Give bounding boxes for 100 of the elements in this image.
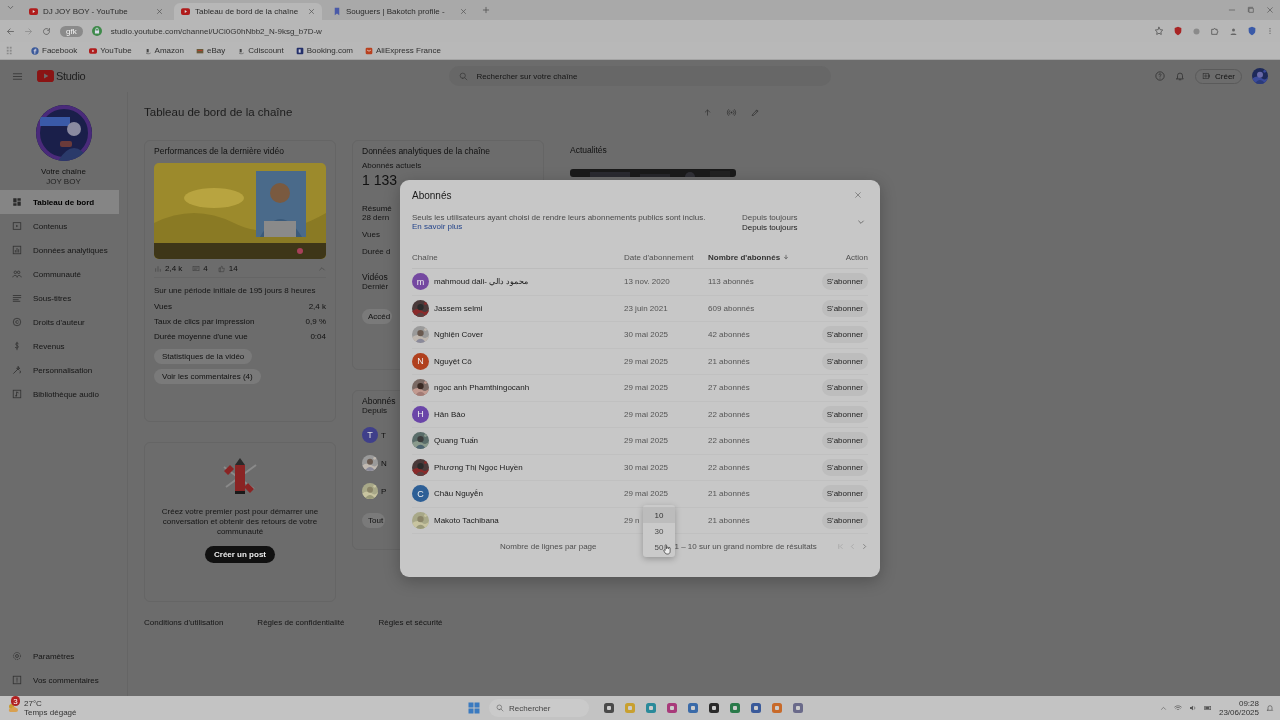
subscribe-button[interactable]: S'abonner	[821, 352, 868, 370]
menu-item[interactable]: 30	[643, 523, 675, 539]
search-field[interactable]: Rechercher sur votre chaîne	[449, 66, 832, 86]
shield-icon[interactable]	[1247, 26, 1257, 36]
shield-icon[interactable]	[1173, 26, 1183, 36]
menu-item[interactable]: 50	[643, 539, 675, 555]
subscribe-button[interactable]: S'abonner	[821, 458, 868, 476]
more-icon[interactable]	[1266, 26, 1274, 36]
live-icon[interactable]	[726, 107, 737, 117]
address-field[interactable]: studio.youtube.com/channel/UCi0G0hNbb2_N-9ksg_b7D-w	[110, 26, 1145, 36]
bookmark[interactable]: AliExpress France	[365, 46, 441, 55]
nav-item[interactable]: Contenus	[0, 214, 119, 238]
app-icon[interactable]	[603, 702, 615, 714]
windows-icon[interactable]	[468, 702, 480, 714]
footer-link[interactable]: Règles de confidentialité	[257, 618, 345, 627]
search-field[interactable]: Rechercher	[489, 699, 589, 717]
period-select[interactable]: Depuis toujours Depuis toujours	[742, 212, 865, 232]
show-all-button[interactable]: Tout	[362, 513, 386, 528]
nav-item[interactable]: Bibliothèque audio	[0, 382, 119, 406]
subscribe-button[interactable]: S'abonner	[821, 379, 868, 397]
bookmark[interactable]: Amazon	[143, 46, 184, 55]
card-title: Abonnés	[362, 396, 396, 406]
bell-icon[interactable]	[1175, 71, 1185, 81]
metric-label: Taux de clics par impression	[154, 317, 255, 326]
browser-tab[interactable]: Tableau de bord de la chaîne	[174, 3, 322, 20]
nav-item[interactable]: Communauté	[0, 262, 119, 286]
battery-icon[interactable]	[1203, 704, 1212, 712]
tab-list-icon[interactable]	[6, 3, 15, 12]
plus-icon[interactable]	[482, 6, 490, 14]
learn-more-link[interactable]: En savoir plus	[412, 222, 463, 231]
forward-icon[interactable]	[24, 26, 33, 36]
footer-link[interactable]: Règles et sécurité	[378, 618, 443, 627]
browser-tab[interactable]: DJ JOY BOY - YouTube	[22, 3, 170, 20]
speaker-icon[interactable]	[1188, 704, 1197, 712]
menu-item[interactable]: 10	[643, 507, 675, 523]
column-header[interactable]: Chaîne	[412, 252, 438, 262]
metric-label: Vues	[362, 230, 380, 239]
nav-item[interactable]: Vos commentaires	[0, 668, 119, 692]
bookmark[interactable]: Cdiscount	[237, 46, 284, 55]
bell-icon[interactable]	[1266, 704, 1274, 712]
close-icon[interactable]	[1266, 6, 1274, 14]
column-header[interactable]: Date d'abonnement	[624, 252, 694, 262]
nav-item[interactable]: Revenus	[0, 334, 119, 358]
minimize-icon[interactable]	[1228, 6, 1236, 14]
puzzle-icon[interactable]	[1210, 26, 1220, 36]
restore-icon[interactable]	[1247, 6, 1255, 14]
create-post-button[interactable]: Créer un post	[205, 546, 275, 563]
bookmark[interactable]: YouTube	[89, 46, 132, 55]
subscriber-count: 21 abonnés	[708, 356, 750, 366]
subscribe-button[interactable]: S'abonner	[821, 273, 868, 291]
profile-chip[interactable]: gfk	[60, 25, 83, 37]
subscribe-button[interactable]: S'abonner	[821, 326, 868, 344]
close-icon[interactable]	[854, 191, 862, 199]
close-icon[interactable]	[460, 8, 467, 15]
subscribe-button[interactable]: S'abonner	[821, 485, 868, 503]
nav-item[interactable]: Personnalisation	[0, 358, 119, 382]
nav-item[interactable]: Sous-titres	[0, 286, 119, 310]
nav-item[interactable]: Droits d'auteur	[0, 310, 119, 334]
video-button[interactable]: Voir les commentaires (4)	[154, 369, 261, 384]
card-title: Actualités	[570, 145, 607, 155]
back-icon[interactable]	[6, 26, 15, 36]
video-button[interactable]: Statistiques de la vidéo	[154, 349, 253, 364]
chevron-up-icon[interactable]	[1159, 704, 1167, 712]
nav-item[interactable]: Paramètres	[0, 644, 119, 668]
subscribe-button[interactable]: S'abonner	[821, 432, 868, 450]
video-icon	[12, 221, 22, 231]
subscribe-button[interactable]: S'abonner	[821, 299, 868, 317]
browser-tab[interactable]: Souguers | Bakotch profile -	[326, 3, 474, 20]
next-page-icon[interactable]	[861, 542, 868, 550]
star-icon[interactable]	[1154, 26, 1164, 36]
profile-icon[interactable]	[1229, 26, 1238, 36]
column-header[interactable]: Action	[845, 252, 868, 262]
channel-name: JOY BOY	[46, 177, 81, 186]
subscribe-button[interactable]: S'abonner	[821, 511, 868, 529]
analytics-button[interactable]: Accéd	[362, 309, 393, 324]
close-icon[interactable]	[156, 8, 163, 15]
upload-icon[interactable]	[703, 107, 712, 117]
channel-name: Hân Bảo	[434, 409, 466, 419]
bookmark[interactable]: eBay	[195, 46, 226, 55]
column-header[interactable]: Nombre d'abonnés	[708, 252, 781, 262]
close-icon[interactable]	[308, 8, 315, 15]
wifi-icon[interactable]	[1173, 704, 1182, 712]
reload-icon[interactable]	[42, 26, 51, 36]
nav-item[interactable]: Tableau de bord	[0, 190, 119, 214]
apps-icon[interactable]	[6, 46, 15, 55]
pencil-icon[interactable]	[751, 107, 760, 117]
extension-icon[interactable]	[1192, 26, 1201, 36]
subscription-date: 29 mai 2025	[624, 436, 669, 446]
help-icon[interactable]	[1155, 71, 1165, 81]
lock-icon[interactable]	[91, 26, 102, 36]
footer-link[interactable]: Conditions d'utilisation	[144, 618, 224, 627]
nav-item[interactable]: Données analytiques	[0, 238, 119, 262]
bookmark[interactable]: Facebook	[31, 46, 78, 55]
card-title: Performances de la dernière vidéo	[154, 146, 284, 156]
feedback-icon	[12, 675, 22, 685]
subscribe-button[interactable]: S'abonner	[821, 405, 868, 423]
app-icon[interactable]	[708, 702, 720, 714]
menu-icon[interactable]	[12, 70, 23, 82]
app-icon[interactable]	[750, 702, 762, 714]
bookmark[interactable]: Booking.com	[295, 46, 353, 55]
